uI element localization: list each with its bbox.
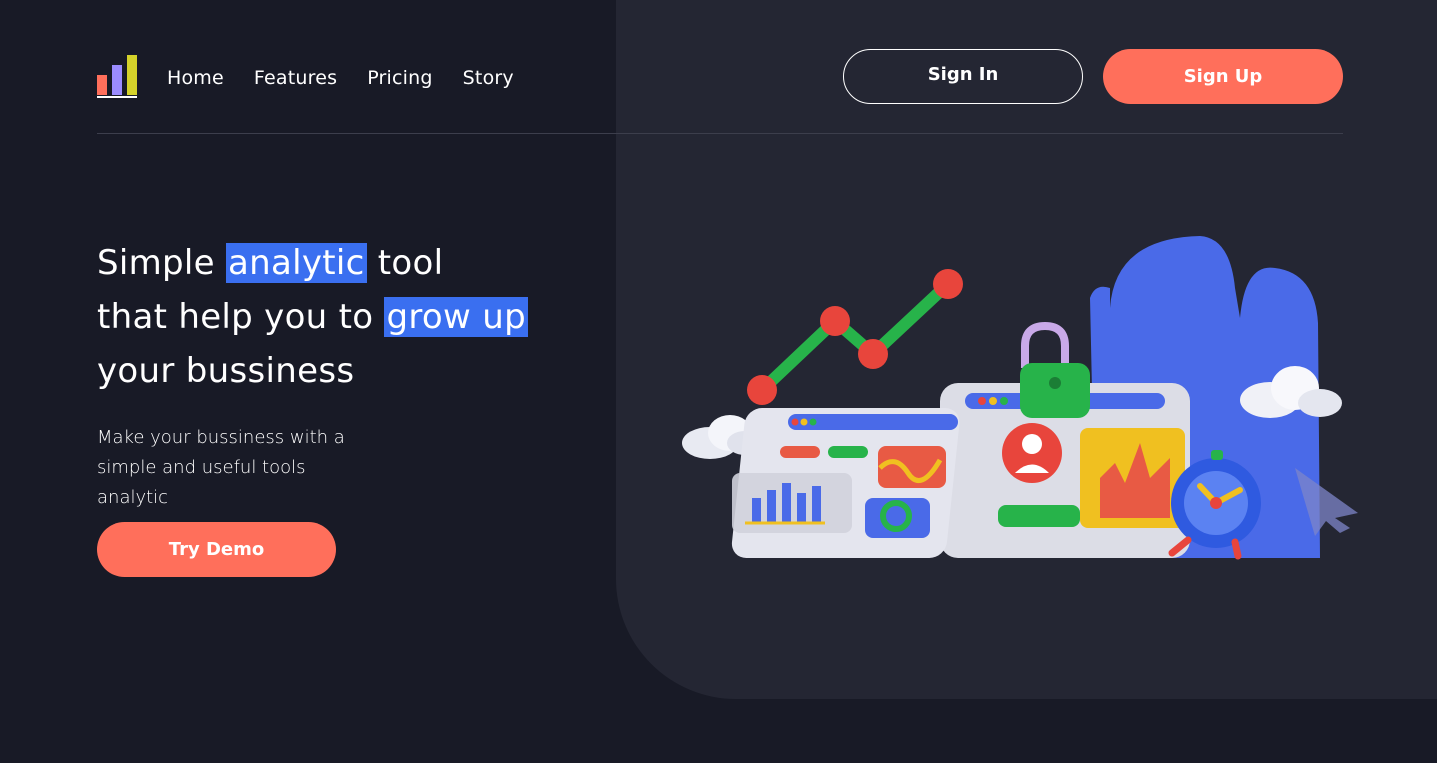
- sign-in-button[interactable]: Sign In: [843, 49, 1083, 104]
- main-nav: Home Features Pricing Story: [167, 64, 544, 92]
- logo-underline: [97, 96, 137, 98]
- logo-bar-1: [97, 75, 107, 95]
- headline-text-3: that help you to: [97, 297, 385, 337]
- logo-bar-3: [127, 55, 137, 95]
- hero-headline: Simple analytic tool that help you to gr…: [97, 236, 617, 398]
- header-divider: [97, 133, 1343, 134]
- headline-highlight-analytic: analytic: [226, 243, 367, 283]
- bar-chart-logo-icon[interactable]: [97, 55, 137, 98]
- headline-highlight-grow-up: grow up: [384, 297, 528, 337]
- lock-icon: [1020, 321, 1090, 418]
- nav-item-features[interactable]: Features: [254, 64, 337, 92]
- nav-item-home[interactable]: Home: [167, 64, 224, 92]
- headline-text-4: your bussiness: [97, 351, 355, 391]
- sign-up-button[interactable]: Sign Up: [1103, 49, 1343, 104]
- dashboard-window-icon: [731, 408, 960, 558]
- logo-bar-2: [112, 65, 122, 95]
- headline-text-2: tool: [366, 243, 444, 283]
- nav-item-story[interactable]: Story: [463, 64, 514, 92]
- analytics-dashboard-illustration: [682, 236, 1358, 560]
- nav-item-pricing[interactable]: Pricing: [367, 64, 432, 92]
- headline-text-1: Simple: [97, 243, 227, 283]
- hero-subtext: Make your bussiness with a simple and us…: [97, 427, 345, 508]
- try-demo-button[interactable]: Try Demo: [97, 522, 336, 577]
- line-chart-icon: [747, 269, 963, 405]
